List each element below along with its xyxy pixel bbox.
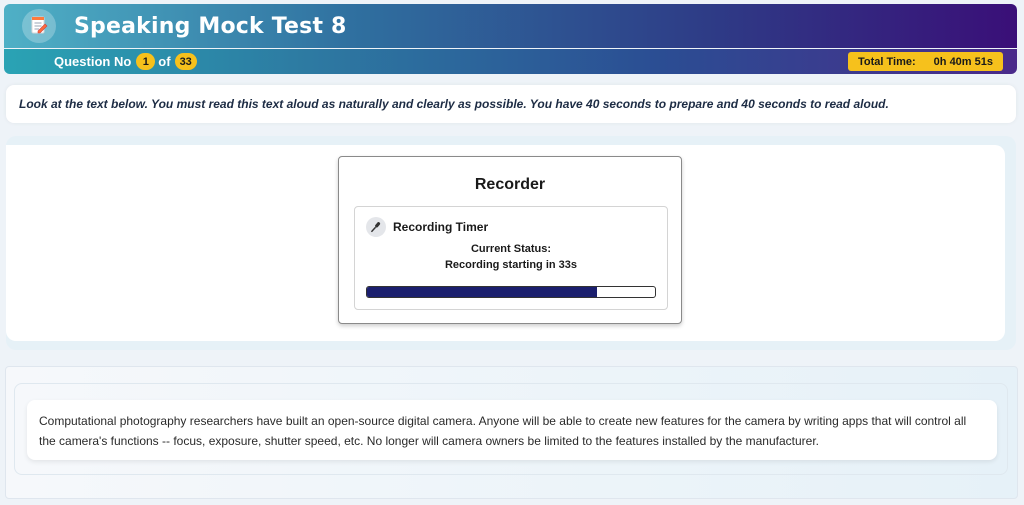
- of-label: of: [158, 54, 171, 69]
- current-question-badge: 1: [136, 53, 156, 70]
- recording-progress-bar: [366, 286, 656, 298]
- passage-text: Computational photography researchers ha…: [39, 414, 967, 448]
- total-questions-badge: 33: [174, 53, 197, 70]
- recording-timer-box: Recording Timer Current Status: Recordin…: [354, 206, 668, 310]
- passage-frame: Computational photography researchers ha…: [14, 383, 1008, 475]
- total-time-label: Total Time:: [858, 55, 916, 68]
- total-time-value: 0h 40m 51s: [933, 55, 993, 68]
- recorder-panel-inner: Recorder Recording Timer Current Status:…: [6, 145, 1005, 341]
- page-title: Speaking Mock Test 8: [74, 13, 347, 39]
- status-label: Current Status:: [470, 243, 552, 255]
- recorder-card: Recorder Recording Timer Current Status:…: [338, 156, 682, 324]
- header-bar: Speaking Mock Test 8: [4, 4, 1017, 48]
- recording-progress-fill: [367, 287, 598, 297]
- question-label: Question No: [54, 54, 132, 69]
- recording-timer-label: Recording Timer: [393, 220, 489, 234]
- passage-section: Computational photography researchers ha…: [5, 366, 1018, 499]
- instruction-box: Look at the text below. You must read th…: [6, 85, 1016, 123]
- instruction-text: Look at the text below. You must read th…: [19, 97, 889, 111]
- status-value: Recording starting in 33s: [444, 259, 578, 271]
- recorder-panel: Recorder Recording Timer Current Status:…: [6, 136, 1016, 350]
- notepad-pencil-icon: [22, 9, 56, 43]
- total-time-badge: Total Time: 0h 40m 51s: [848, 52, 1003, 71]
- question-bar: Question No 1 of 33 Total Time: 0h 40m 5…: [4, 49, 1017, 74]
- passage-card: Computational photography researchers ha…: [27, 400, 997, 460]
- microphone-icon: [366, 217, 386, 237]
- recorder-title: Recorder: [474, 176, 546, 193]
